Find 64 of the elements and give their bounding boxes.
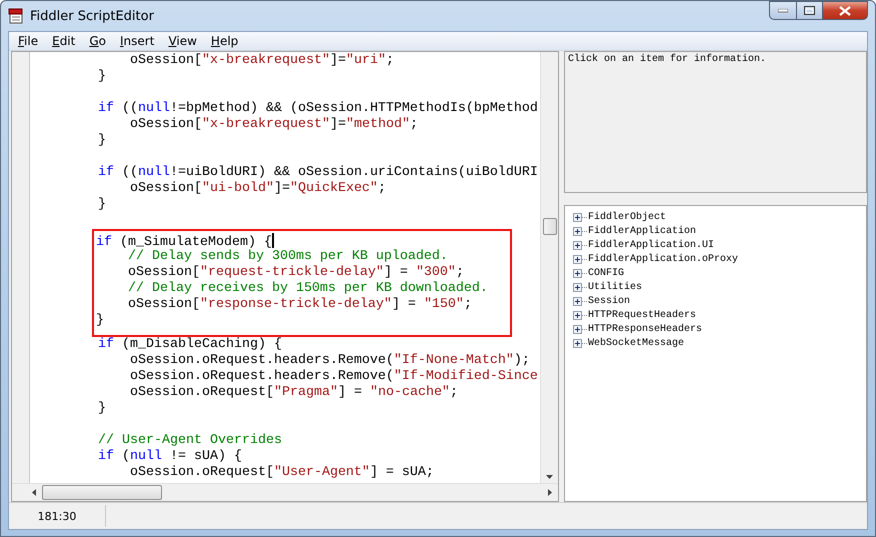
code-line: oSession["ui-bold"]="QuickExec"; [128,181,387,197]
menu-item[interactable]: Help [204,34,246,48]
close-button[interactable] [822,1,868,20]
minimize-icon [778,8,788,12]
plus-box-icon[interactable] [573,310,582,320]
tree-item[interactable]: FiddlerApplication.oProxy [587,254,738,264]
menu-item[interactable]: Edit [45,34,82,48]
code-line: } [94,313,105,329]
code-line: if (null != sUA) { [96,449,243,465]
scroll-down-icon[interactable] [546,475,553,479]
plus-box-icon[interactable] [573,338,582,348]
code-line: } [96,69,107,85]
info-text: Click on an item for information. [568,54,768,65]
code-line: oSession["x-breakrequest"]="uri"; [128,53,395,69]
code-line: oSession["request-trickle-delay"] = "300"; [126,265,465,281]
tree-item[interactable]: FiddlerObject [587,212,666,222]
code-line: oSession.oRequest["User-Agent"] = sUA; [128,465,435,481]
code-line: if (m_SimulateModem) { [94,233,275,249]
menu-item[interactable]: Go [82,34,113,48]
menu-item[interactable]: File [11,34,46,48]
code-line: oSession["x-breakrequest"]="method"; [128,117,419,133]
code-line: oSession.oRequest["Pragma"] = "no-cache"; [128,385,459,401]
tree-item[interactable]: HTTPRequestHeaders [587,310,696,320]
tree-item[interactable]: CONFIG [587,268,624,278]
maximize-icon [804,6,815,15]
window-title: Fiddler ScriptEditor [30,8,154,24]
code-line: if ((null!=uiBoldURI) && oSession.uriContains(uiBoldURI [96,165,539,181]
code-line: if (m_DisableCaching) { [96,337,283,353]
tree-item[interactable]: FiddlerApplication.UI [587,240,714,250]
tree-item[interactable]: WebSocketMessage [587,338,684,348]
plus-box-icon[interactable] [573,324,582,334]
plus-box-icon[interactable] [573,296,582,306]
menu-item[interactable]: View [161,34,204,48]
code-line: if ((null!=bpMethod) && (oSession.HTTPMethodIs(bpMethod [96,101,539,117]
cursor-position: 181:30 [9,505,106,527]
code-line: // Delay receives by 150ms per KB downloaded. [126,281,489,297]
maximize-button[interactable] [796,1,822,20]
notepad-icon [8,8,24,24]
code-line: oSession.oRequest.headers.Remove("If-None-Match"); [128,353,531,369]
plus-box-icon[interactable] [573,282,582,292]
tree-item[interactable]: HTTPResponseHeaders [587,324,702,334]
code-line: // Delay sends by 300ms per KB uploaded. [126,249,449,265]
tree-item[interactable]: Utilities [587,282,642,292]
code-line: oSession["response-trickle-delay"] = "150"; [126,297,473,313]
code-line: } [96,401,107,417]
tree-item[interactable]: FiddlerApplication [587,226,696,236]
scroll-right-icon[interactable] [548,489,552,496]
plus-box-icon[interactable] [573,254,582,264]
minimize-button[interactable] [769,1,796,20]
menu-item[interactable]: Insert [113,34,162,48]
tree-item[interactable]: Session [587,296,630,306]
code-line: // User-Agent Overrides [96,433,283,449]
plus-box-icon[interactable] [573,212,582,222]
scrollbar-thumb[interactable] [42,485,162,500]
scrollbar-thumb[interactable] [542,218,556,235]
plus-box-icon[interactable] [573,226,582,236]
code-line: oSession.oRequest.headers.Remove("If-Modified-Since [128,369,539,385]
code-line: } [96,197,107,213]
close-icon [839,6,851,16]
plus-box-icon[interactable] [573,268,582,278]
plus-box-icon[interactable] [573,240,582,250]
code-editor[interactable] [11,51,559,502]
code-line: } [96,133,107,149]
scroll-left-icon[interactable] [32,489,36,496]
